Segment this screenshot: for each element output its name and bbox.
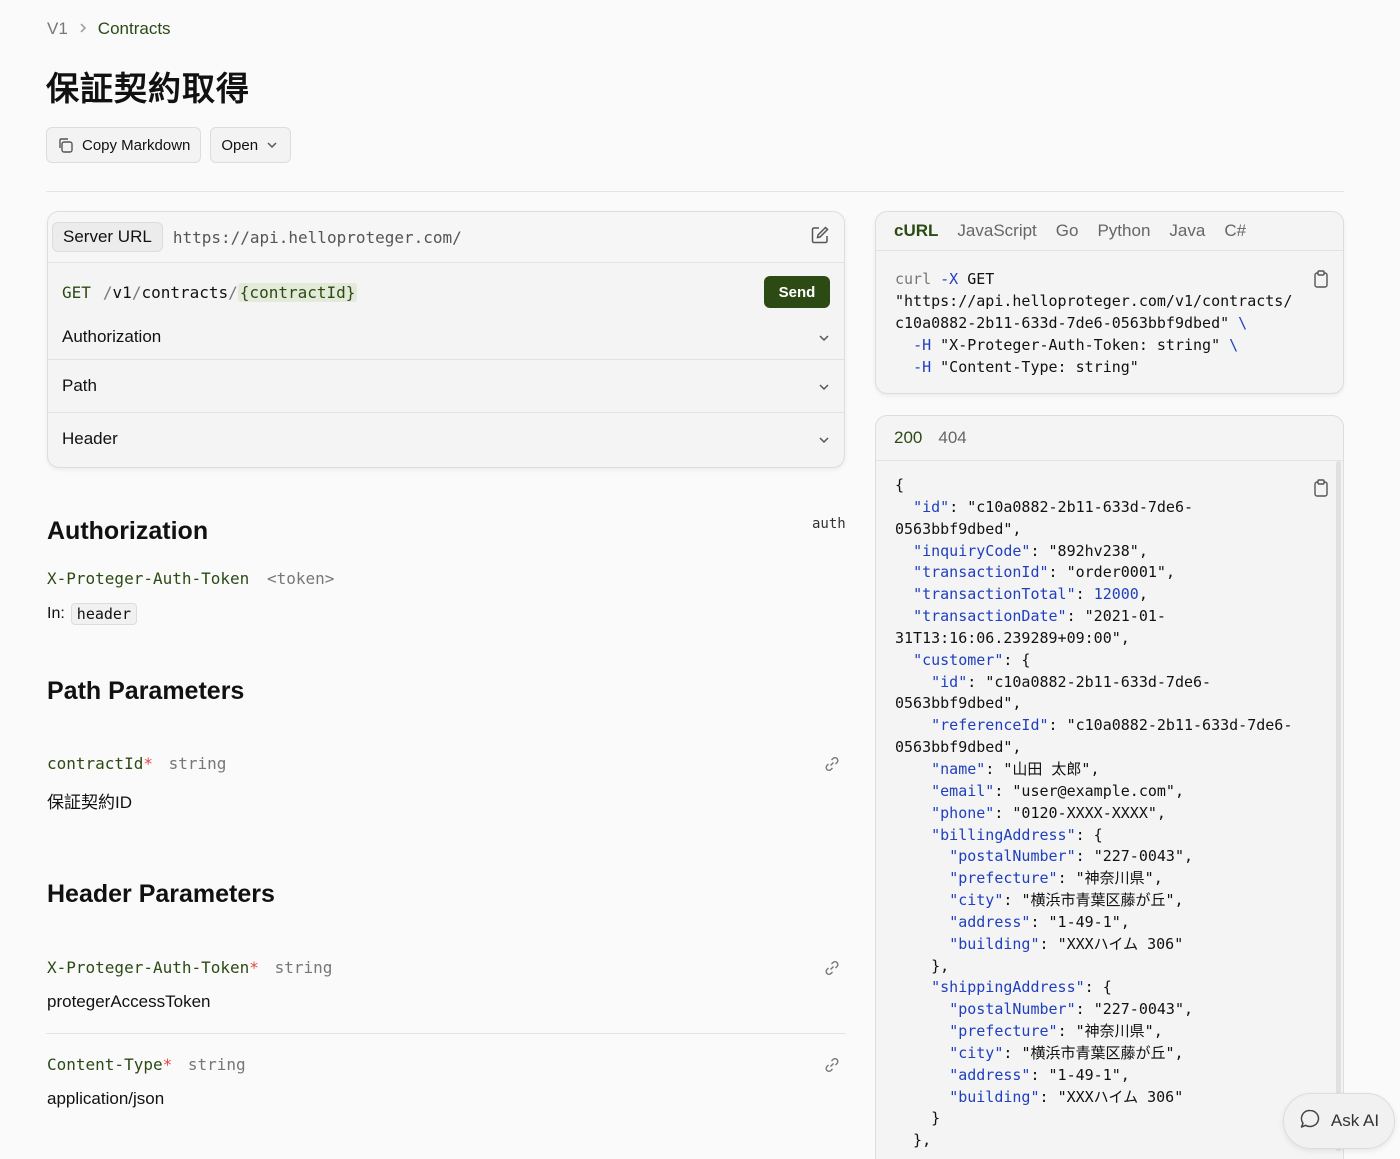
clipboard-icon[interactable] — [1313, 270, 1329, 293]
endpoint-row: GET /v1/contracts/{contractId} Send — [48, 263, 844, 321]
header-param-name: X-Proteger-Auth-Token — [47, 958, 250, 977]
server-url-row: Server URL https://api.helloproteger.com… — [48, 212, 844, 263]
tab-go[interactable]: Go — [1056, 221, 1079, 241]
required-marker: * — [162, 1055, 173, 1074]
send-button[interactable]: Send — [764, 276, 830, 308]
endpoint-path: /v1/contracts/{contractId} — [102, 282, 358, 302]
server-url-label: Server URL — [52, 222, 163, 252]
breadcrumb: V1 Contracts — [47, 19, 171, 39]
header-param-row: X-Proteger-Auth-Token* string — [47, 958, 332, 977]
tab-csharp[interactable]: C# — [1224, 221, 1246, 241]
tab-java[interactable]: Java — [1169, 221, 1205, 241]
response-panel: 200 404 { "id": "c10a0882-2b11-633d-7de6… — [875, 415, 1344, 1159]
path-param-name: contractId — [47, 754, 144, 773]
chat-bubble-icon — [1299, 1108, 1321, 1135]
curl-code-block: curl -X GET "https://api.helloproteger.c… — [895, 270, 1293, 376]
header-param-name: Content-Type — [47, 1055, 163, 1074]
param-divider — [46, 1033, 846, 1034]
accordion-authorization[interactable]: Authorization — [48, 315, 844, 359]
header-param-description: application/json — [47, 1089, 165, 1108]
chevron-down-icon — [266, 141, 278, 149]
path-param-description: 保証契約ID — [47, 793, 132, 812]
chevron-down-icon — [818, 429, 830, 449]
ask-ai-button[interactable]: Ask AI — [1283, 1093, 1395, 1149]
accordion-header[interactable]: Header — [48, 412, 844, 465]
auth-field-value: <token> — [266, 569, 335, 588]
accordion-authorization-label: Authorization — [62, 327, 162, 346]
auth-in: In: header — [47, 603, 137, 625]
copy-icon — [57, 137, 74, 154]
open-button[interactable]: Open — [210, 127, 292, 163]
tab-200[interactable]: 200 — [894, 428, 922, 448]
required-marker: * — [143, 754, 153, 773]
path-segment-contracts: contracts — [141, 282, 229, 302]
required-marker: * — [249, 958, 259, 977]
copy-markdown-button[interactable]: Copy Markdown — [46, 127, 202, 163]
response-json: { "id": "c10a0882-2b11-633d-7de6- 0563bb… — [895, 476, 1293, 1150]
page-title: 保証契約取得 — [46, 70, 250, 107]
accordion-path-label: Path — [62, 376, 97, 395]
http-method: GET — [62, 282, 91, 302]
auth-field-name: X-Proteger-Auth-Token — [47, 569, 250, 588]
chevron-right-icon — [78, 21, 88, 37]
link-icon[interactable] — [823, 1056, 841, 1079]
path-param-type: string — [168, 754, 227, 773]
path-segment-v1: v1 — [112, 282, 132, 302]
accordion-path[interactable]: Path — [48, 359, 844, 412]
authorization-heading: Authorization — [47, 517, 209, 545]
header-param-row: Content-Type* string — [47, 1055, 246, 1074]
ask-ai-label: Ask AI — [1330, 1111, 1380, 1130]
tab-javascript[interactable]: JavaScript — [957, 221, 1036, 241]
chevron-down-icon — [818, 376, 830, 396]
chevron-down-icon — [818, 327, 830, 347]
auth-field: X-Proteger-Auth-Token <token> — [47, 569, 334, 588]
open-label: Open — [221, 136, 259, 154]
header-param-description: protegerAccessToken — [47, 992, 211, 1011]
code-language-tabs: cURL JavaScript Go Python Java C# — [876, 212, 1343, 251]
accordion-header-label: Header — [62, 429, 118, 448]
auth-badge: auth — [812, 516, 846, 532]
tab-python[interactable]: Python — [1097, 221, 1150, 241]
response-status-tabs: 200 404 — [876, 416, 1343, 461]
header-param-type: string — [274, 958, 333, 977]
link-icon[interactable] — [823, 755, 841, 778]
auth-in-value: header — [70, 603, 137, 625]
response-scrollbar[interactable] — [1336, 461, 1341, 1151]
path-parameters-heading: Path Parameters — [47, 677, 245, 705]
header-divider — [46, 191, 1344, 192]
header-param-type: string — [187, 1055, 246, 1074]
header-parameters-heading: Header Parameters — [47, 880, 275, 908]
auth-in-label: In: — [47, 605, 65, 622]
tab-404[interactable]: 404 — [938, 428, 966, 448]
link-icon[interactable] — [823, 959, 841, 982]
clipboard-icon[interactable] — [1313, 479, 1329, 502]
path-param-contractid[interactable]: {contractId} — [237, 282, 358, 302]
path-param-row: contractId* string — [47, 754, 226, 773]
breadcrumb-contracts[interactable]: Contracts — [98, 19, 171, 39]
server-url-value[interactable]: https://api.helloproteger.com/ — [173, 228, 810, 247]
copy-markdown-label: Copy Markdown — [82, 136, 191, 154]
request-panel: Server URL https://api.helloproteger.com… — [47, 211, 845, 468]
page-actions: Copy Markdown Open — [46, 127, 292, 163]
code-samples-panel: cURL JavaScript Go Python Java C# curl -… — [875, 211, 1344, 394]
tab-curl[interactable]: cURL — [894, 221, 938, 241]
breadcrumb-v1[interactable]: V1 — [47, 19, 68, 39]
edit-icon[interactable] — [810, 225, 830, 250]
